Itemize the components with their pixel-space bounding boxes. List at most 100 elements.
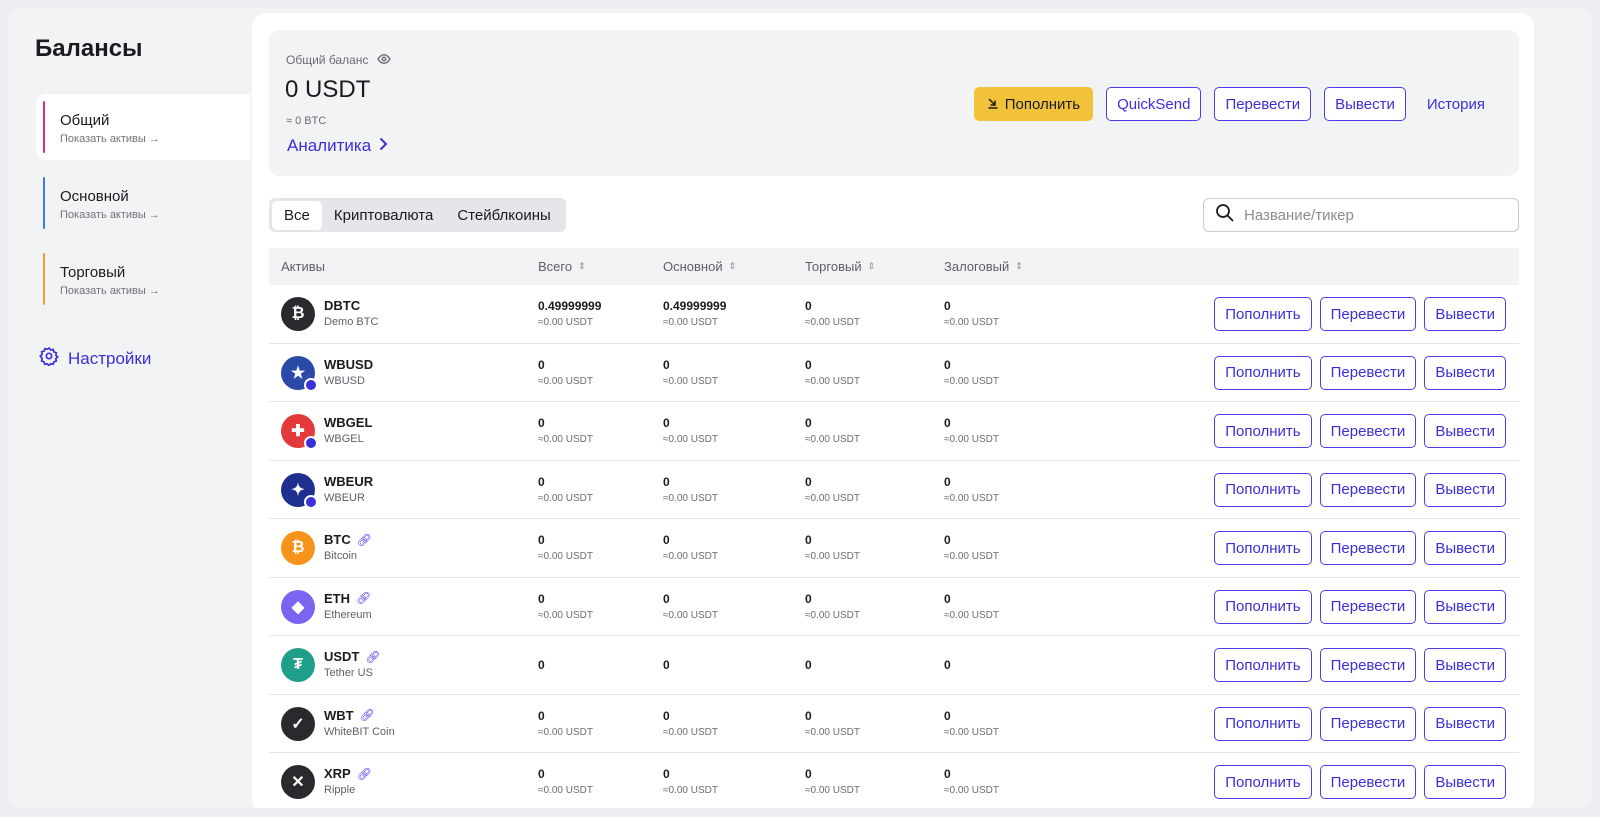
asset-name: Bitcoin: [324, 550, 358, 562]
balance-value: 0.49999999: [663, 299, 727, 313]
balance-value: 0: [663, 416, 670, 430]
balance-usdt-value: ≈0.00 USDT: [538, 375, 593, 387]
table-row: ★ WBUSD WBUSD 0 ≈0.00 USDT 0 ≈0.00 USDT 0 ≈0.00 …: [269, 344, 1519, 402]
balance-cell-main: 0 ≈0.00 USDT: [663, 709, 718, 738]
search-input[interactable]: [1244, 206, 1504, 224]
download-icon: [987, 96, 999, 113]
row-transfer-button[interactable]: Перевести: [1319, 297, 1417, 331]
ticker-text: WBUSD: [324, 356, 374, 372]
balance-cell-total: 0 ≈0.00 USDT: [538, 709, 593, 738]
balance-value: 0: [538, 658, 545, 672]
balance-cell-trade: 0 ≈0.00 USDT: [805, 592, 860, 621]
balance-usdt-value: ≈0.00 USDT: [944, 317, 999, 328]
row-transfer-button[interactable]: Перевести: [1319, 706, 1417, 741]
transfer-button[interactable]: Перевести: [1214, 87, 1312, 121]
balance-value: 0: [538, 533, 545, 547]
balance-usdt-value: ≈0.00 USDT: [538, 609, 593, 621]
link-icon[interactable]: 🔗︎: [357, 767, 372, 781]
account-card-main[interactable]: Основной Показать активы →: [36, 170, 250, 236]
row-transfer-button[interactable]: Перевести: [1319, 472, 1417, 507]
tab-stablecoins[interactable]: Стейблкоины: [445, 201, 562, 230]
row-transfer-button[interactable]: Перевести: [1319, 531, 1417, 565]
history-button[interactable]: История: [1419, 87, 1493, 121]
balance-cell-collateral: 0 ≈0.00 USDT: [944, 709, 999, 738]
balance-value: 0: [805, 591, 812, 606]
balance-value: 0: [944, 658, 951, 672]
balance-value: 0.49999999: [538, 299, 602, 313]
row-withdraw-button[interactable]: Вывести: [1424, 765, 1506, 799]
balance-cell-total: 0.49999999 ≈0.00 USDT: [538, 299, 601, 328]
account-color-bar: [43, 177, 45, 229]
account-card-general[interactable]: Общий Показать активы →: [36, 94, 250, 160]
tab-all[interactable]: Все: [272, 200, 322, 230]
row-transfer-button[interactable]: Перевести: [1319, 648, 1417, 682]
row-deposit-button[interactable]: Пополнить: [1214, 648, 1312, 682]
balance-cell-collateral: 0 ≈0.00 USDT: [944, 767, 999, 796]
row-deposit-button[interactable]: Пополнить: [1214, 472, 1312, 507]
withdraw-button[interactable]: Вывести: [1324, 87, 1406, 121]
page-title: Балансы: [35, 35, 143, 62]
row-transfer-button[interactable]: Перевести: [1319, 355, 1417, 390]
row-withdraw-button[interactable]: Вывести: [1424, 297, 1506, 331]
account-card-trade[interactable]: Торговый Показать активы →: [36, 246, 250, 312]
balance-value: 0: [538, 357, 545, 372]
row-withdraw-button[interactable]: Вывести: [1424, 355, 1506, 390]
main-panel: Общий баланс 0 USDT ≈ 0 BTC Аналитика По: [252, 13, 1534, 808]
row-withdraw-button[interactable]: Вывести: [1424, 531, 1506, 565]
column-header-main[interactable]: Основной ⇕: [663, 259, 736, 274]
link-icon[interactable]: 🔗︎: [357, 533, 372, 547]
row-withdraw-button[interactable]: Вывести: [1424, 648, 1506, 682]
row-deposit-button[interactable]: Пополнить: [1214, 297, 1312, 331]
analytics-link[interactable]: Аналитика: [287, 136, 388, 156]
row-deposit-button[interactable]: Пополнить: [1214, 355, 1312, 390]
row-transfer-button[interactable]: Перевести: [1319, 589, 1417, 624]
row-deposit-button[interactable]: Пополнить: [1214, 531, 1312, 565]
settings-label: Настройки: [68, 348, 152, 368]
show-assets-link[interactable]: Показать активы →: [60, 133, 160, 145]
balance-cell-trade: 0 ≈0.00 USDT: [805, 709, 860, 738]
row-deposit-button[interactable]: Пополнить: [1214, 589, 1312, 624]
balance-usdt-value: ≈0.00 USDT: [944, 726, 999, 738]
balance-usdt-value: ≈0.00 USDT: [538, 726, 593, 738]
row-withdraw-button[interactable]: Вывести: [1424, 472, 1506, 507]
account-name: Торговый: [60, 264, 126, 281]
show-assets-link[interactable]: Показать активы →: [60, 209, 160, 221]
column-header-collateral[interactable]: Залоговый ⇕: [944, 259, 1023, 274]
settings-link[interactable]: Настройки: [39, 346, 151, 371]
balance-cell-main: 0 ≈0.00 USDT: [663, 416, 718, 445]
asset-ticker: DBTC: [324, 298, 360, 313]
row-actions: Пополнить Перевести Вывести: [1214, 706, 1506, 741]
link-icon[interactable]: 🔗︎: [365, 650, 380, 664]
whitebit-coin-icon: ✓: [281, 706, 315, 741]
account-name: Основной: [60, 188, 129, 205]
demo-btc-icon: ₿: [281, 297, 315, 331]
row-deposit-button[interactable]: Пополнить: [1214, 765, 1312, 799]
column-header-trade[interactable]: Торговый ⇕: [805, 259, 875, 274]
deposit-button[interactable]: Пополнить: [973, 87, 1094, 121]
account-color-bar: [43, 253, 45, 305]
show-assets-link[interactable]: Показать активы →: [60, 285, 160, 297]
row-withdraw-button[interactable]: Вывести: [1424, 414, 1506, 448]
row-withdraw-button[interactable]: Вывести: [1424, 589, 1506, 624]
balance-usdt-value: ≈0.00 USDT: [538, 317, 593, 328]
row-deposit-button[interactable]: Пополнить: [1214, 706, 1312, 741]
row-transfer-button[interactable]: Перевести: [1319, 765, 1417, 799]
link-icon[interactable]: 🔗︎: [360, 708, 375, 722]
analytics-label: Аналитика: [287, 136, 372, 155]
eye-icon[interactable]: [377, 53, 392, 67]
row-transfer-button[interactable]: Перевести: [1319, 414, 1417, 448]
balance-usdt-value: ≈0.00 USDT: [663, 317, 718, 328]
quicksend-button[interactable]: QuickSend: [1106, 87, 1202, 121]
balance-usdt-value: ≈0.00 USDT: [944, 785, 999, 796]
row-withdraw-button[interactable]: Вывести: [1424, 706, 1506, 741]
column-header-total[interactable]: Всего ⇕: [538, 259, 586, 274]
balance-value: 0: [944, 474, 951, 489]
row-deposit-button[interactable]: Пополнить: [1214, 414, 1312, 448]
eu-flag-icon: ✦: [281, 472, 318, 509]
balance-usdt-value: ≈0.00 USDT: [663, 726, 718, 738]
link-icon[interactable]: 🔗︎: [356, 591, 371, 605]
tab-crypto[interactable]: Криптовалюта: [322, 201, 446, 230]
balance-value: 0: [663, 357, 670, 372]
row-actions: Пополнить Перевести Вывести: [1214, 765, 1506, 799]
balance-cell-trade: 0 ≈0.00 USDT: [805, 475, 860, 504]
